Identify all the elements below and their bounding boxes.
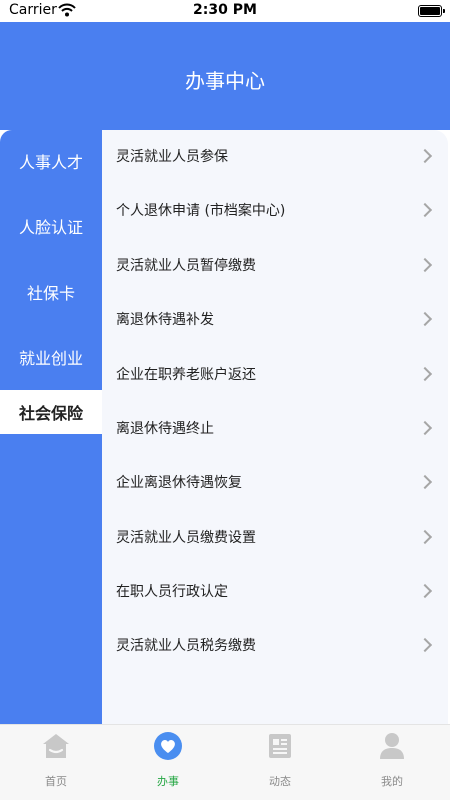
tab-home[interactable]: 首页 bbox=[0, 725, 112, 800]
list-item-label: 灵活就业人员缴费设置 bbox=[116, 530, 256, 546]
list-item[interactable]: 个人退休申请 (市档案中心) bbox=[102, 184, 448, 238]
list-item-label: 离退休待遇终止 bbox=[116, 421, 214, 437]
tab-label: 首页 bbox=[45, 775, 67, 788]
list-item-label: 个人退休申请 (市档案中心) bbox=[116, 203, 286, 219]
category-sidebar: 人事人才 人脸认证 社保卡 就业创业 社会保险 bbox=[0, 130, 102, 724]
list-item-label: 灵活就业人员暂停缴费 bbox=[116, 258, 256, 274]
chevron-right-icon bbox=[417, 311, 433, 327]
news-icon bbox=[265, 731, 295, 761]
chevron-right-icon bbox=[417, 202, 433, 218]
tab-services[interactable]: 办事 bbox=[112, 725, 224, 800]
heart-icon bbox=[153, 731, 183, 761]
status-time: 2:30 PM bbox=[193, 2, 257, 18]
sidebar-item-label: 就业创业 bbox=[18, 349, 83, 368]
sidebar-item-social-insurance[interactable]: 社会保险 bbox=[0, 390, 102, 434]
list-item[interactable]: 灵活就业人员参保 bbox=[102, 130, 448, 184]
chevron-right-icon bbox=[417, 148, 433, 164]
tab-label: 动态 bbox=[269, 775, 291, 788]
sidebar-item-employment[interactable]: 就业创业 bbox=[0, 335, 102, 379]
tab-news[interactable]: 动态 bbox=[224, 725, 336, 800]
list-item[interactable]: 离退休待遇终止 bbox=[102, 402, 448, 456]
chevron-right-icon bbox=[417, 474, 433, 490]
sidebar-item-personnel[interactable]: 人事人才 bbox=[0, 139, 102, 183]
sidebar-item-face-auth[interactable]: 人脸认证 bbox=[0, 204, 102, 248]
list-item-label: 灵活就业人员税务缴费 bbox=[116, 638, 256, 654]
sidebar-item-label: 人事人才 bbox=[18, 153, 83, 172]
chevron-right-icon bbox=[417, 637, 433, 653]
chevron-right-icon bbox=[417, 420, 433, 436]
list-item[interactable]: 企业在职养老账户返还 bbox=[102, 348, 448, 402]
list-item-label: 灵活就业人员参保 bbox=[116, 149, 228, 165]
list-item[interactable]: 离退休待遇补发 bbox=[102, 293, 448, 347]
service-list: 灵活就业人员参保 个人退休申请 (市档案中心) 灵活就业人员暂停缴费 离退休待遇… bbox=[102, 130, 448, 724]
chevron-right-icon bbox=[417, 366, 433, 382]
list-item[interactable]: 灵活就业人员税务缴费 bbox=[102, 619, 448, 673]
list-item-label: 离退休待遇补发 bbox=[116, 312, 214, 328]
list-item-label: 企业在职养老账户返还 bbox=[116, 367, 256, 383]
list-item[interactable]: 企业离退休待遇恢复 bbox=[102, 456, 448, 510]
sidebar-item-label: 人脸认证 bbox=[18, 218, 83, 237]
list-item-label: 企业离退休待遇恢复 bbox=[116, 475, 242, 491]
chevron-right-icon bbox=[417, 257, 433, 273]
status-bar: Carrier 2:30 PM bbox=[0, 0, 450, 22]
chevron-right-icon bbox=[417, 529, 433, 545]
header: 办事中心 bbox=[0, 22, 450, 130]
battery-icon bbox=[418, 5, 445, 17]
chevron-right-icon bbox=[417, 583, 433, 599]
profile-icon bbox=[377, 731, 407, 761]
tab-profile[interactable]: 我的 bbox=[336, 725, 448, 800]
list-item[interactable]: 灵活就业人员暂停缴费 bbox=[102, 239, 448, 293]
sidebar-item-label: 社会保险 bbox=[18, 404, 83, 423]
sidebar-item-social-card[interactable]: 社保卡 bbox=[0, 270, 102, 314]
list-item-label: 在职人员行政认定 bbox=[116, 584, 228, 600]
list-item[interactable]: 灵活就业人员缴费设置 bbox=[102, 511, 448, 565]
home-icon bbox=[41, 731, 71, 761]
tab-label: 我的 bbox=[381, 775, 403, 788]
tab-label: 办事 bbox=[157, 775, 179, 788]
sidebar-item-label: 社保卡 bbox=[26, 284, 75, 303]
page-title: 办事中心 bbox=[185, 69, 265, 93]
list-item[interactable]: 在职人员行政认定 bbox=[102, 565, 448, 619]
tab-bar: 首页 办事 动态 我的 bbox=[0, 724, 450, 800]
